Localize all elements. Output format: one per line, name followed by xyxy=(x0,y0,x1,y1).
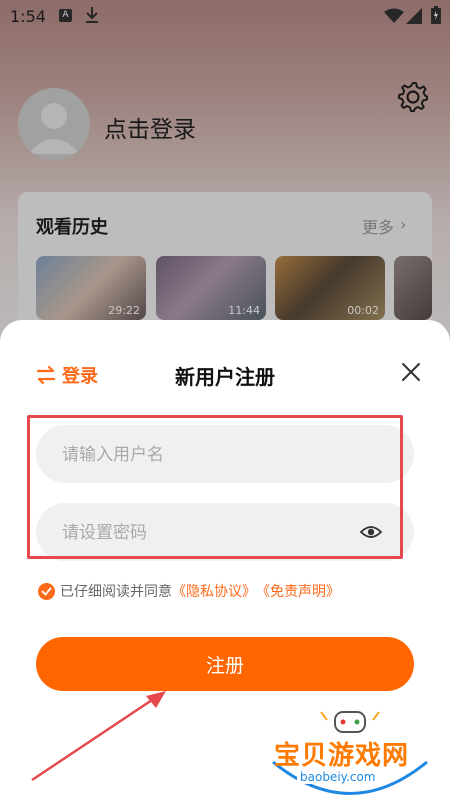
close-icon[interactable] xyxy=(400,361,422,383)
sheet-title: 新用户注册 xyxy=(175,365,275,389)
check-icon xyxy=(41,587,52,596)
annotation-highlight-box xyxy=(27,415,403,559)
agreement-text: 已仔细阅读并同意 xyxy=(60,584,172,600)
watermark-url: baobeiy.com xyxy=(297,770,379,784)
disclaimer-link[interactable]: 《免责声明》 xyxy=(256,581,340,601)
annotation-arrow xyxy=(31,691,166,782)
agreement-row: 已仔细阅读并同意 《隐私协议》 《免责声明》 xyxy=(38,581,340,601)
watermark-title: 宝贝游戏网 xyxy=(274,741,410,771)
agree-checkbox[interactable] xyxy=(38,582,55,600)
privacy-policy-link[interactable]: 《隐私协议》 xyxy=(172,581,256,601)
